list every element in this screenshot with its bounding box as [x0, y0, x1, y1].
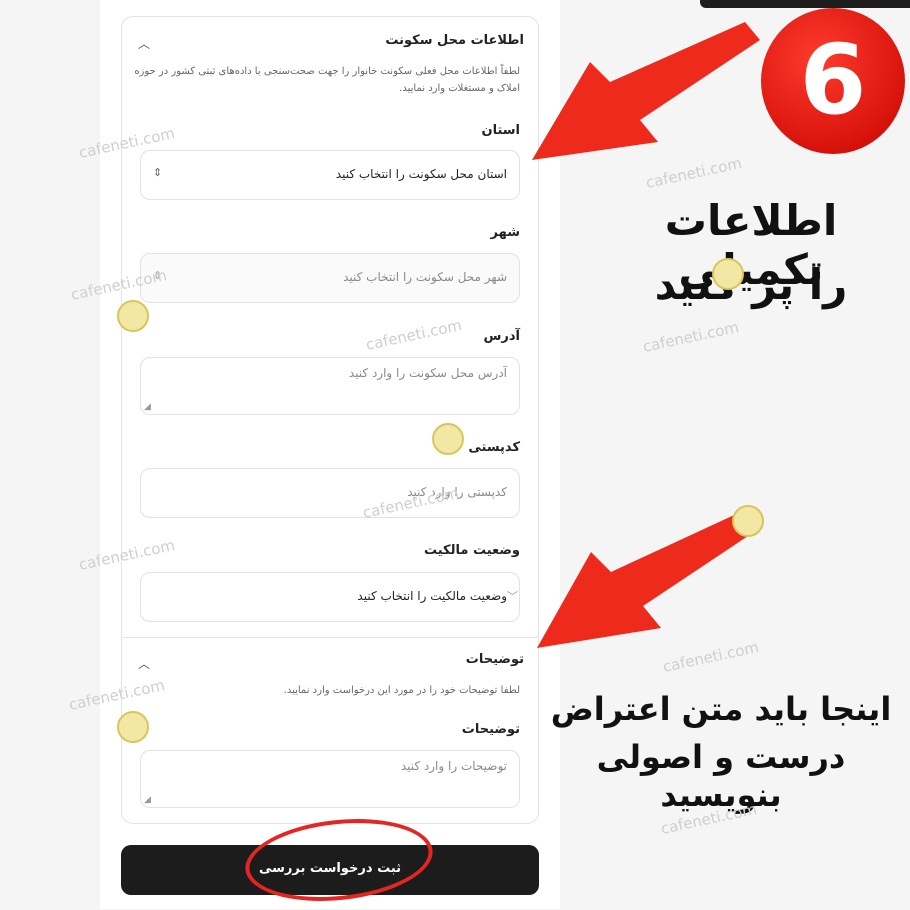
- chevron-up-icon[interactable]: ︿: [138, 35, 150, 52]
- chevron-up-icon[interactable]: ︿: [138, 655, 150, 672]
- form-card: اطلاعات محل سکونت ︿ لطفاً اطلاعات محل فع…: [121, 16, 539, 824]
- province-label: استان: [481, 123, 520, 138]
- overlay-note-1: اینجا باید متن اعتراض: [550, 690, 892, 728]
- ownership-value: وضعیت مالکیت را انتخاب کنید: [357, 589, 507, 603]
- overlay-note-2: درست و اصولی بنویسید: [596, 738, 846, 814]
- overlay-headline-2: را پر کنید: [654, 260, 848, 309]
- arrow-icon: [537, 510, 760, 648]
- notes-label: توضیحات: [461, 722, 520, 737]
- residence-description: لطفاً اطلاعات محل فعلی سکونت خانوار را ج…: [134, 66, 520, 94]
- address-label: آدرس: [483, 329, 520, 344]
- watermark-logo-icon: [732, 505, 764, 537]
- arrow-icon: [532, 22, 760, 160]
- address-placeholder: آدرس محل سکونت را وارد کنید: [348, 366, 507, 380]
- chevron-down-icon: ﹀: [507, 590, 518, 603]
- ownership-label: وضعیت مالکیت: [423, 543, 520, 558]
- sort-arrows-icon: ⇕: [153, 166, 163, 179]
- watermark-logo-icon: [712, 258, 744, 290]
- notes-placeholder: توضیحات را وارد کنید: [400, 759, 507, 773]
- window-edge: [700, 0, 910, 8]
- notes-description: لطفا توضیحات خود را در مورد این درخواست …: [283, 685, 520, 696]
- city-placeholder: شهر محل سکونت را انتخاب کنید: [343, 270, 507, 284]
- watermark-logo-icon: [117, 300, 149, 332]
- postal-code-input[interactable]: کدپستی را وارد کنید: [140, 468, 520, 518]
- resize-handle-icon[interactable]: ◢: [144, 795, 151, 805]
- city-label: شهر: [490, 225, 520, 240]
- province-value: استان محل سکونت را انتخاب کنید: [335, 167, 507, 181]
- watermark-text: cafeneti.com: [641, 318, 741, 356]
- step-number: 6: [799, 24, 867, 136]
- watermark-logo-icon: [432, 423, 464, 455]
- address-textarea[interactable]: آدرس محل سکونت را وارد کنید ◢: [140, 357, 520, 415]
- province-select[interactable]: استان محل سکونت را انتخاب کنید ⇕: [140, 150, 520, 200]
- residence-section-title[interactable]: اطلاعات محل سکونت: [385, 33, 524, 48]
- notes-textarea[interactable]: توضیحات را وارد کنید ◢: [140, 750, 520, 808]
- notes-section-title[interactable]: توضیحات: [466, 652, 524, 667]
- step-badge: 6: [761, 8, 905, 154]
- resize-handle-icon[interactable]: ◢: [144, 402, 151, 412]
- watermark-logo-icon: [117, 711, 149, 743]
- postal-code-label: کدپستی: [468, 440, 520, 455]
- city-select[interactable]: شهر محل سکونت را انتخاب کنید ⇕: [140, 253, 520, 303]
- ownership-select[interactable]: وضعیت مالکیت را انتخاب کنید ﹀: [140, 572, 520, 622]
- section-divider: [122, 637, 538, 638]
